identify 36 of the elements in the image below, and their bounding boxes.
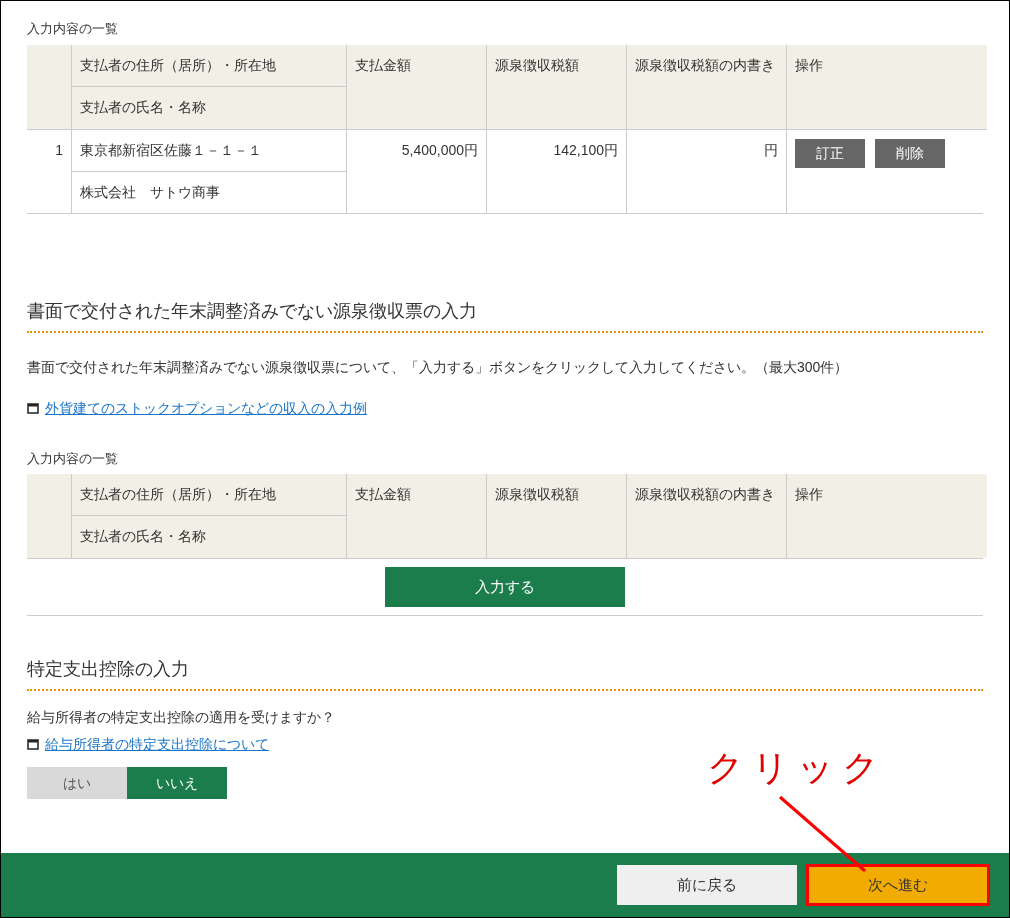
header-cell: 操作: [786, 44, 987, 129]
question-text: 給与所得者の特定支出控除の適用を受けますか？: [27, 708, 336, 727]
table-caption: 入力内容の一覧: [27, 449, 119, 468]
toggle-option[interactable]: いいえ: [127, 767, 227, 799]
header-cell: 支払金額: [346, 474, 486, 558]
table-cell: 株式会社 サトウ商事: [71, 170, 346, 213]
table-cell: 円: [626, 128, 786, 213]
table-cell: 東京都新宿区佐藤１－１－１: [71, 128, 346, 171]
next-button[interactable]: 次へ進む: [809, 867, 987, 903]
window-icon: [27, 739, 39, 750]
header-cell: 支払者の氏名・名称: [71, 516, 346, 558]
table-cell: 1: [27, 128, 71, 213]
add-entry-button[interactable]: 入力する: [385, 567, 625, 607]
annotation-text: クリック: [707, 747, 887, 790]
toggle-option[interactable]: はい: [27, 767, 127, 799]
description-text: 書面で交付された年末調整済みでない源泉徴収票について、「入力する」ボタンをクリックして入力してください。（最大300件）: [27, 357, 850, 377]
table-caption: 入力内容の一覧: [27, 20, 119, 38]
header-cell: 支払者の氏名・名称: [71, 86, 346, 129]
section-heading: 特定支出控除の入力: [27, 658, 190, 681]
header-cell: 源泉徴収税額: [486, 44, 626, 129]
back-button[interactable]: 前に戻る: [617, 865, 797, 905]
header-cell: 操作: [786, 474, 987, 558]
header-cell: 源泉徴収税額: [486, 474, 626, 558]
table-cell: 142,100円: [486, 128, 626, 213]
row-action-button[interactable]: 訂正: [795, 138, 865, 168]
help-link[interactable]: 外貨建てのストックオプションなどの収入の入力例: [45, 397, 367, 419]
header-cell: 支払者の住所（居所）・所在地: [71, 44, 346, 87]
header-cell: 支払金額: [346, 44, 486, 129]
help-link[interactable]: 給与所得者の特定支出控除について: [45, 734, 269, 755]
header-cell: 源泉徴収税額の内書き: [626, 44, 786, 129]
row-action-button[interactable]: 削除: [875, 138, 945, 168]
table-cell: 5,400,000円: [346, 128, 486, 213]
header-cell: 支払者の住所（居所）・所在地: [71, 474, 346, 516]
header-cell: 源泉徴収税額の内書き: [626, 474, 786, 558]
section-heading: 書面で交付された年末調整済みでない源泉徴収票の入力: [27, 299, 478, 323]
window-icon: [27, 402, 39, 414]
